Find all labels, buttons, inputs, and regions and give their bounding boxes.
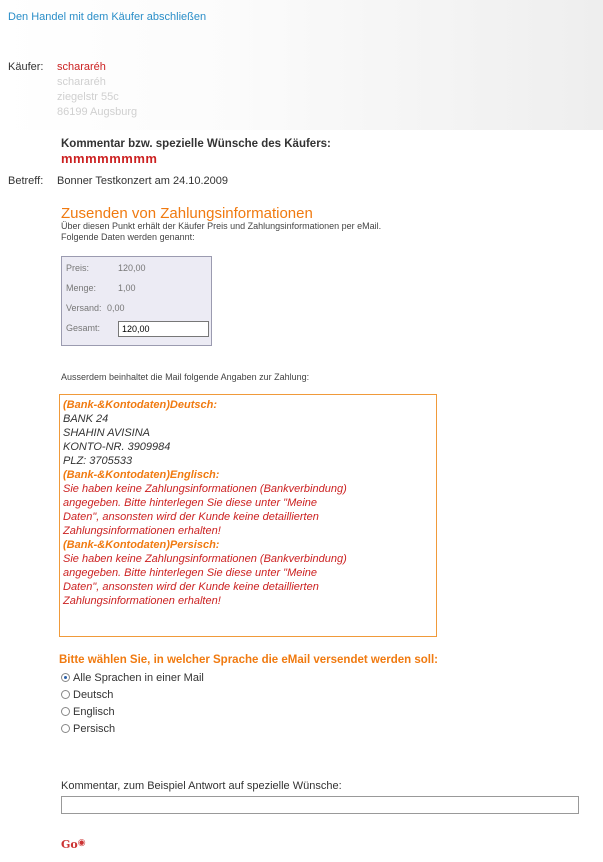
address-line: 86199 Augsburg [57, 106, 138, 118]
bank-line: PLZ: 3705533 [63, 455, 133, 467]
price-label: Preis: [66, 263, 90, 273]
language-option-label: Alle Sprachen in einer Mail [73, 671, 204, 684]
go-arrow-icon: ◉ [77, 838, 86, 848]
bank-line: Sie haben keine Zahlungsinformationen (B… [63, 553, 347, 565]
go-button-label: Go [61, 838, 78, 851]
language-option-label: Persisch [73, 722, 116, 735]
qty-row: Menge: [66, 279, 96, 297]
language-option-label: Deutsch [73, 688, 114, 701]
payment-section-title: Zusenden von Zahlungsinformationen [61, 205, 313, 222]
buyer-comment-value: mmmmmmmm [61, 151, 158, 166]
total-input[interactable]: 120,00 [118, 321, 209, 337]
language-option-de[interactable]: Deutsch [61, 686, 204, 703]
qty-value: 1,00 [118, 283, 136, 293]
address-line: schararéh [57, 76, 106, 88]
bank-line: BANK 24 [63, 413, 109, 425]
language-option-label: Englisch [73, 705, 115, 718]
bank-line: Daten", ansonsten wird der Kunde keine d… [63, 581, 319, 593]
payment-desc-line: Über diesen Punkt erhält der Käufer Prei… [61, 221, 382, 231]
mail-info-intro: Ausserdem beinhaltet die Mail folgende A… [61, 372, 310, 382]
bank-header-en: (Bank-&Kontodaten)Englisch: [63, 469, 220, 481]
shipping-row: Versand: [66, 299, 102, 317]
price-summary-box: Preis: 120,00 Menge: 1,00 Versand: 0,00 … [61, 256, 212, 346]
bank-line: Zahlungsinformationen erhalten! [63, 595, 221, 607]
bank-line: Daten", ansonsten wird der Kunde keine d… [63, 511, 319, 523]
total-row: Gesamt: [66, 319, 100, 337]
qty-label: Menge: [66, 283, 97, 293]
radio-icon[interactable] [61, 707, 70, 716]
finish-deal-link[interactable]: Den Handel mit dem Käufer abschließen [8, 11, 206, 23]
reply-label: Kommentar, zum Beispiel Antwort auf spez… [61, 780, 342, 792]
buyer-comment-title: Kommentar bzw. spezielle Wünsche des Käu… [61, 138, 331, 150]
bank-line: Sie haben keine Zahlungsinformationen (B… [63, 483, 347, 495]
bank-header-fa: (Bank-&Kontodaten)Persisch: [63, 539, 220, 551]
radio-icon[interactable] [61, 724, 70, 733]
shipping-value: 0,00 [107, 303, 125, 313]
go-button[interactable]: Go◉ [61, 838, 86, 851]
bank-line: SHAHIN AVISINA [63, 427, 151, 439]
address-line: ziegelstr 55c [57, 91, 119, 103]
subject-label: Betreff: [8, 175, 44, 187]
language-options: Alle Sprachen in einer Mail Deutsch Engl… [61, 669, 204, 737]
radio-icon[interactable] [61, 690, 70, 699]
bank-line: angegeben. Bitte hinterlegen Sie diese u… [63, 567, 318, 579]
radio-selected-icon[interactable] [61, 673, 70, 682]
shipping-label: Versand: [66, 303, 102, 313]
language-option-fa[interactable]: Persisch [61, 720, 204, 737]
price-value: 120,00 [118, 263, 146, 273]
language-option-all[interactable]: Alle Sprachen in einer Mail [61, 669, 204, 686]
bank-header-de: (Bank-&Kontodaten)Deutsch: [63, 399, 217, 411]
language-option-en[interactable]: Englisch [61, 703, 204, 720]
bank-line: Zahlungsinformationen erhalten! [63, 525, 221, 537]
price-row: Preis: [66, 259, 89, 277]
subject-value: Bonner Testkonzert am 24.10.2009 [57, 175, 229, 187]
reply-comment-input[interactable] [61, 796, 579, 814]
buyer-label: Käufer: [8, 61, 44, 73]
bank-details-box: (Bank-&Kontodaten)Deutsch: BANK 24 SHAHI… [59, 394, 437, 637]
payment-description: Über diesen Punkt erhält der Käufer Prei… [61, 221, 381, 243]
bank-line: KONTO-NR. 3909984 [63, 441, 171, 453]
buyer-name: schararéh [57, 61, 106, 73]
payment-desc-line: Folgende Daten werden genannt: [61, 232, 195, 242]
language-question: Bitte wählen Sie, in welcher Sprache die… [59, 654, 438, 666]
total-label: Gesamt: [66, 323, 101, 333]
bank-line: angegeben. Bitte hinterlegen Sie diese u… [63, 497, 318, 509]
buyer-address: schararéh ziegelstr 55c 86199 Augsburg [57, 75, 137, 120]
bank-content: (Bank-&Kontodaten)Deutsch: BANK 24 SHAHI… [63, 398, 347, 608]
